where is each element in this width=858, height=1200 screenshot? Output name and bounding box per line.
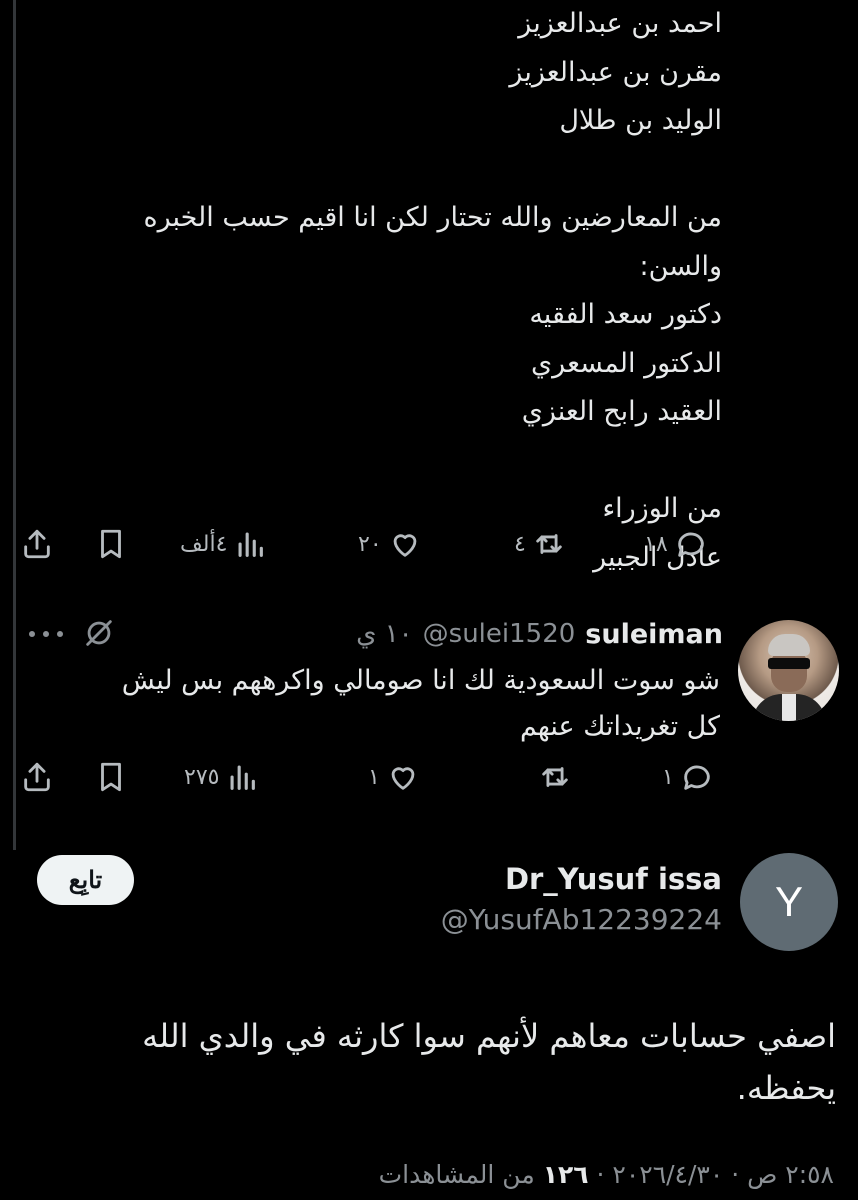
tweet-line: اصفي حسابات معاهم لأنهم سوا كارثه في وال… (142, 1017, 836, 1055)
retweet-button[interactable] (532, 757, 572, 797)
like-button[interactable]: ١ (368, 757, 420, 797)
follow-button[interactable]: تابِع (37, 855, 134, 905)
retweet-icon (536, 534, 562, 554)
parent-line: احمد بن عبدالعزيز (518, 8, 722, 39)
reply-time[interactable]: ١٠ ي (356, 619, 413, 649)
like-button[interactable]: ٢٠ (358, 524, 422, 564)
views-label: من المشاهدات (378, 1160, 535, 1189)
parent-line (143, 146, 722, 195)
reply-button[interactable]: ١ (662, 757, 714, 797)
reply-button[interactable]: ١٨ (644, 524, 708, 564)
reply-text: شو سوت السعودية لك انا صومالي واكرههم بس… (122, 658, 720, 750)
parent-line: دكتور سعد الفقيه (529, 299, 722, 330)
parent-line: الدكتور المسعري (531, 347, 722, 379)
tweet-timestamp[interactable]: ٢:٥٨ ص · ٢٠٢٦/٤/٣٠ · (597, 1160, 834, 1189)
parent-line: العقيد رابح العنزي (521, 396, 722, 427)
avatar[interactable] (738, 620, 839, 721)
views-count: ٤ألف (180, 531, 228, 557)
reply-handle[interactable]: @sulei1520 (423, 619, 576, 649)
heart-icon (391, 767, 415, 790)
replies-count: ١٨ (644, 531, 668, 557)
likes-count: ١ (368, 764, 380, 790)
replies-count: ١ (662, 764, 674, 790)
retweet-button[interactable]: ٤ (514, 524, 566, 564)
share-icon (24, 529, 50, 559)
share-button[interactable] (20, 524, 54, 564)
retweets-count: ٤ (514, 531, 526, 557)
retweet-icon (542, 767, 568, 787)
bookmark-icon (101, 762, 121, 792)
author-handle[interactable]: @YusufAb12239224 (441, 903, 722, 936)
views-icon (238, 532, 264, 557)
views-button[interactable]: ٤ألف (180, 524, 267, 564)
reply-header: ١٠ ي @sulei1520 suleiman (356, 612, 723, 656)
parent-line: من المعارضين والله تحتار لكن انا اقيم حس… (143, 202, 722, 233)
views-count: ١٢٦ (542, 1160, 589, 1189)
bookmark-button[interactable] (94, 524, 128, 564)
views-count: ٢٧٥ (184, 764, 220, 790)
views-button[interactable]: ٢٧٥ (184, 757, 259, 797)
parent-line: مقرن بن عبدالعزيز (509, 56, 722, 88)
parent-action-bar: ٤ألف ٢٠ ٤ ١٨ (20, 524, 748, 564)
tweet-footer: ٢:٥٨ ص · ٢٠٢٦/٤/٣٠ · ١٢٦ من المشاهدات (379, 1160, 834, 1189)
comment-icon (684, 765, 710, 790)
parent-line: والسن: (639, 250, 722, 282)
parent-line (143, 437, 722, 486)
parent-line: الوليد بن طلال (559, 105, 722, 136)
reply-line: كل تغريداتك عنهم (519, 711, 720, 742)
share-button[interactable] (20, 757, 54, 797)
share-icon (24, 762, 50, 792)
views-icon (230, 765, 256, 790)
grok-slash-icon[interactable] (82, 616, 116, 650)
reply-action-bar: ٢٧٥ ١ ١ (20, 757, 748, 797)
parent-tweet-text: احمد بن عبدالعزيز مقرن بن عبدالعزيز الول… (143, 0, 722, 582)
reply-display-name[interactable]: suleiman (585, 619, 723, 650)
comment-icon (677, 532, 704, 557)
bookmark-icon (101, 529, 121, 559)
heart-icon (393, 534, 416, 557)
likes-count: ٢٠ (358, 531, 382, 557)
bookmark-button[interactable] (94, 757, 128, 797)
tweet-line: يحفظه. (736, 1069, 836, 1107)
tweet-text: اصفي حسابات معاهم لأنهم سوا كارثه في وال… (96, 1010, 836, 1114)
reply-line: شو سوت السعودية لك انا صومالي واكرههم بس… (121, 665, 720, 696)
more-options-icon[interactable] (24, 624, 68, 644)
thread-connector-line (13, 0, 16, 850)
author-display-name[interactable]: Dr_Yusuf issa (505, 862, 722, 896)
avatar[interactable]: Y (740, 853, 838, 951)
